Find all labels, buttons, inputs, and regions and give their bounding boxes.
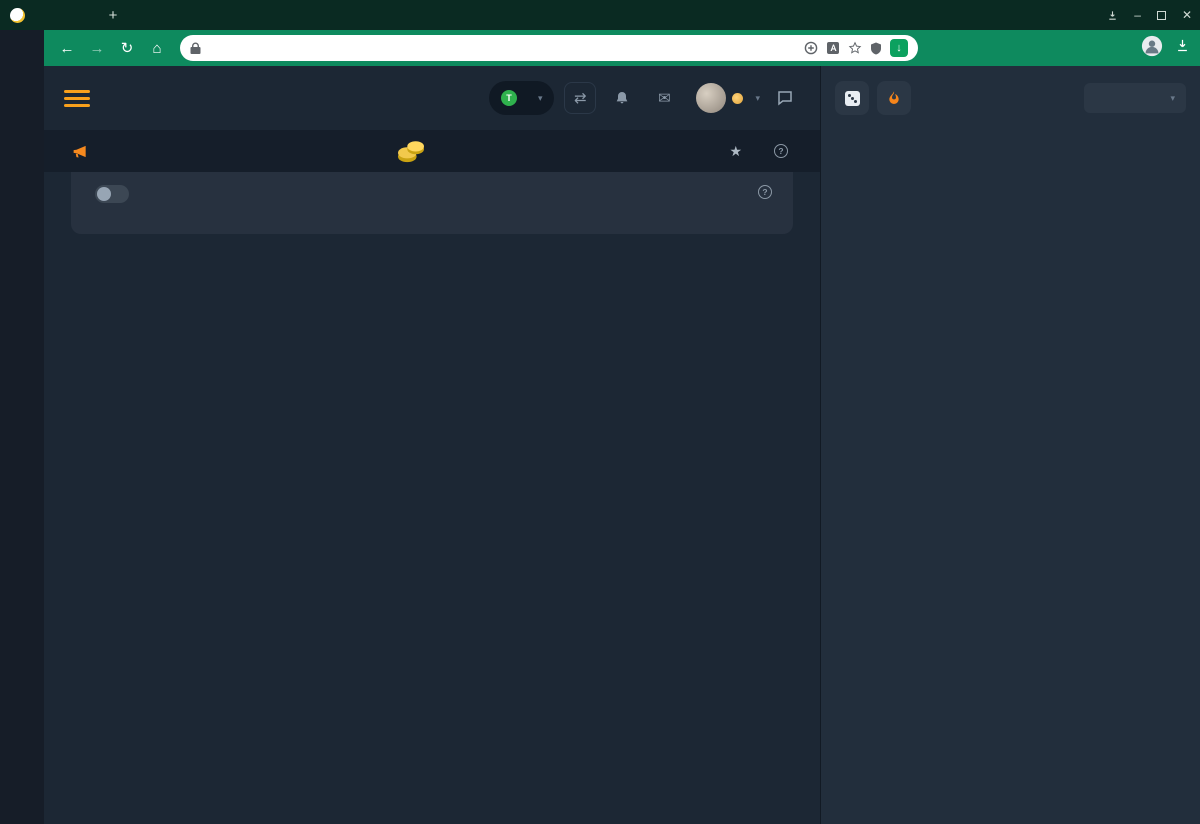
faq-button[interactable]: ? — [774, 144, 794, 158]
menu-button[interactable] — [64, 90, 90, 107]
zoom-icon[interactable] — [804, 41, 818, 55]
notifications-button[interactable] — [606, 82, 638, 114]
pro-toggle[interactable] — [95, 185, 129, 203]
lock-icon — [190, 42, 201, 55]
crash-war-link[interactable]: ? — [758, 185, 778, 199]
shield-icon[interactable] — [870, 42, 882, 55]
trtl-coin-icon — [501, 90, 517, 106]
coins-icon — [396, 138, 426, 164]
tasks-widget[interactable] — [396, 138, 434, 164]
swap-button[interactable]: ⇄ — [564, 82, 596, 114]
chat-channel-selector[interactable]: ▾ — [1084, 83, 1186, 113]
bets-tabs — [44, 286, 820, 324]
site-main: ▾ ⇄ ✉ ▾ — [44, 66, 820, 824]
chat-messages — [821, 130, 1200, 824]
game-area: ? — [44, 172, 820, 234]
chat-games-button[interactable] — [835, 81, 869, 115]
window-minimize-button[interactable]: – — [1134, 8, 1141, 22]
browser-sidebar — [0, 30, 44, 824]
bets-table-header — [44, 324, 820, 368]
chat-toggle-button[interactable] — [770, 83, 800, 113]
window-maximize-button[interactable] — [1157, 11, 1166, 20]
rank-button[interactable]: ★ — [729, 143, 748, 160]
chevron-down-icon: ▾ — [1170, 93, 1175, 104]
megaphone-icon — [70, 143, 90, 160]
translate-icon[interactable] — [826, 41, 840, 55]
chat-header: ▾ — [821, 66, 1200, 130]
bookmark-star-icon[interactable] — [848, 41, 862, 55]
promo-banner: ★ ? — [44, 130, 820, 172]
bets-table-body — [44, 368, 820, 824]
level-badge-icon — [732, 93, 743, 104]
flame-icon — [886, 90, 902, 106]
window-close-button[interactable]: ✕ — [1182, 8, 1192, 22]
site-header: ▾ ⇄ ✉ ▾ — [44, 66, 820, 130]
home-button[interactable]: ⌂ — [144, 35, 170, 61]
reload-button[interactable]: ↻ — [114, 35, 140, 61]
profile-avatar-icon[interactable] — [1141, 35, 1163, 62]
new-tab-button[interactable]: + — [100, 0, 126, 30]
back-button[interactable]: ← — [54, 35, 80, 61]
messages-button[interactable]: ✉ — [648, 82, 680, 114]
coccoc-logo-icon — [10, 8, 25, 23]
dice-icon — [845, 91, 860, 106]
address-bar[interactable]: ↓ — [180, 35, 918, 61]
question-icon: ? — [774, 144, 788, 158]
toolbar-right — [1141, 35, 1190, 62]
browser-window: + – ✕ ← → ↻ ⌂ — [0, 0, 1200, 824]
window-controls: – ✕ — [1107, 0, 1192, 30]
pro-mode — [86, 185, 129, 203]
session-download-icon[interactable] — [1107, 10, 1118, 21]
download-page-icon[interactable]: ↓ — [890, 39, 908, 57]
downloads-icon[interactable] — [1175, 38, 1190, 58]
chat-panel: ▾ — [820, 66, 1200, 824]
chat-trending-button[interactable] — [877, 81, 911, 115]
bets-table — [44, 324, 820, 824]
chevron-down-icon: ▾ — [755, 93, 760, 104]
browser-toolbar: ← → ↻ ⌂ — [44, 30, 1200, 66]
question-icon: ? — [758, 185, 772, 199]
user-avatar — [696, 83, 726, 113]
browser-tabstrip: + – ✕ — [0, 0, 1200, 30]
browser-menu[interactable] — [0, 0, 100, 30]
forward-button[interactable]: → — [84, 35, 110, 61]
star-icon: ★ — [729, 143, 742, 160]
chevron-down-icon: ▾ — [538, 93, 543, 104]
user-menu[interactable]: ▾ — [696, 83, 760, 113]
balance-selector[interactable]: ▾ — [489, 81, 555, 115]
welcome-message — [70, 143, 100, 160]
